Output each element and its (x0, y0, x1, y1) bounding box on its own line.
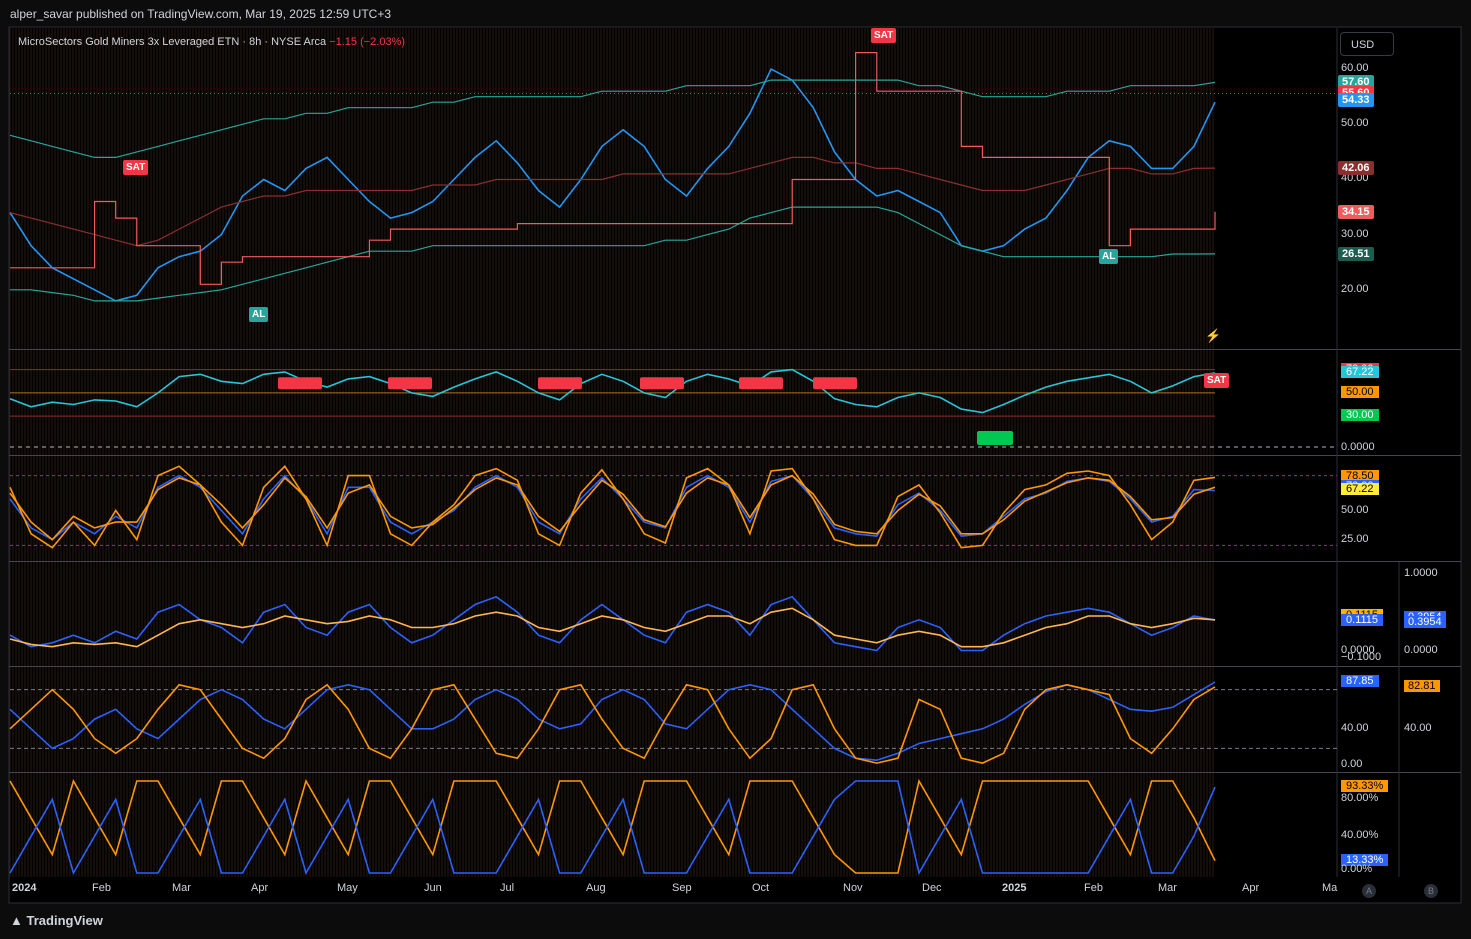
time-axis-label: Jun (424, 882, 442, 894)
tradingview-brand: ▲ TradingView (10, 913, 103, 928)
time-axis-label: Apr (1242, 882, 1260, 894)
time-axis-label: Mar (1158, 882, 1177, 894)
price-label: 34.15 (1338, 204, 1374, 219)
rsi-sell-marker (739, 377, 783, 390)
price-label: 26.51 (1338, 246, 1374, 261)
axis-tick-label: 50.00 (1341, 385, 1379, 398)
axis-tick-label: 67.22 (1341, 365, 1379, 378)
time-axis-label: Jul (500, 882, 515, 894)
log-scale-button[interactable]: B (1424, 884, 1438, 898)
time-axis-label: May (337, 882, 358, 894)
axis-tick-label: 93.33% (1341, 780, 1389, 793)
right-axis-tick-label: 0.3954 (1404, 615, 1446, 628)
time-axis-label: Ma (1322, 882, 1338, 894)
time-axis-label: Apr (251, 882, 269, 894)
axis-tick-label: 50.00 (1341, 117, 1369, 130)
axis-tick-label: 0.1115 (1341, 614, 1384, 627)
right-axis-tick-label: 40.00 (1404, 721, 1432, 734)
rsi-sell-marker (278, 377, 322, 390)
rsi-sell-marker (640, 377, 684, 390)
rsi-buy-marker (977, 431, 1013, 445)
auto-scale-button[interactable]: A (1362, 884, 1376, 898)
right-axis-tick-label: 82.81 (1404, 679, 1440, 692)
axis-tick-label: 30.00 (1341, 409, 1379, 422)
publisher-line: alper_savar published on TradingView.com… (10, 7, 392, 21)
axis-tick-label: 60.00 (1341, 62, 1369, 75)
axis-tick-label: 25.00 (1341, 532, 1369, 545)
buy-signal: AL (1099, 248, 1119, 264)
axis-tick-label: 67.22 (1341, 483, 1379, 496)
time-axis-label: Oct (752, 882, 770, 894)
axis-tick-label: 0.00 (1341, 758, 1363, 770)
rsi-sell-marker (813, 377, 857, 390)
axis-tick-label: 30.00 (1341, 227, 1369, 240)
symbol-title: MicroSectors Gold Miners 3x Leveraged ET… (18, 36, 327, 48)
axis-tick-label: 0.0000 (1341, 441, 1375, 453)
time-axis-label: Dec (922, 882, 942, 894)
axis-tick-label: 0.00% (1341, 863, 1373, 875)
axis-tick-label: 87.85 (1341, 674, 1379, 687)
chart-canvas (8, 26, 1462, 904)
currency-button[interactable]: USD (1340, 32, 1394, 56)
sell-signal: SAT (871, 28, 897, 43)
axis-tick-label: 40.00% (1341, 829, 1379, 842)
sell-signal: SAT (123, 160, 149, 176)
time-axis-label: Aug (586, 882, 606, 894)
right-axis-tick-label: 0.0000 (1404, 643, 1438, 656)
price-label: 42.06 (1338, 161, 1374, 176)
axis-tick-label: 50.00 (1341, 503, 1369, 516)
time-axis-label: 2025 (1002, 882, 1027, 894)
time-axis-label: Feb (92, 882, 111, 894)
symbol-change: −1.15 (−2.03%) (329, 36, 406, 48)
rsi-sell-signal: SAT (1204, 373, 1230, 389)
rsi-sell-marker (538, 377, 582, 390)
rsi-sell-marker (388, 377, 432, 390)
time-axis-label: Sep (672, 882, 692, 894)
time-axis-label: Mar (172, 882, 191, 894)
axis-tick-label: −0.1000 (1341, 651, 1382, 664)
buy-signal: AL (249, 306, 269, 322)
brand-label: TradingView (26, 913, 103, 928)
axis-tick-label: 80.00% (1341, 792, 1379, 805)
axis-tick-label: 40.00 (1341, 721, 1369, 734)
time-axis-label: Nov (843, 882, 863, 894)
lightning-icon: ⚡ (1205, 328, 1222, 343)
time-axis-label: Feb (1084, 882, 1103, 894)
time-axis-label: 2024 (12, 882, 37, 894)
right-axis-tick-label: 1.0000 (1404, 566, 1438, 579)
price-label: 54.33 (1338, 93, 1374, 108)
symbol-legend[interactable]: MicroSectors Gold Miners 3x Leveraged ET… (18, 36, 405, 48)
tradingview-logo-icon: ▲ (10, 913, 23, 928)
axis-tick-label: 20.00 (1341, 282, 1369, 295)
